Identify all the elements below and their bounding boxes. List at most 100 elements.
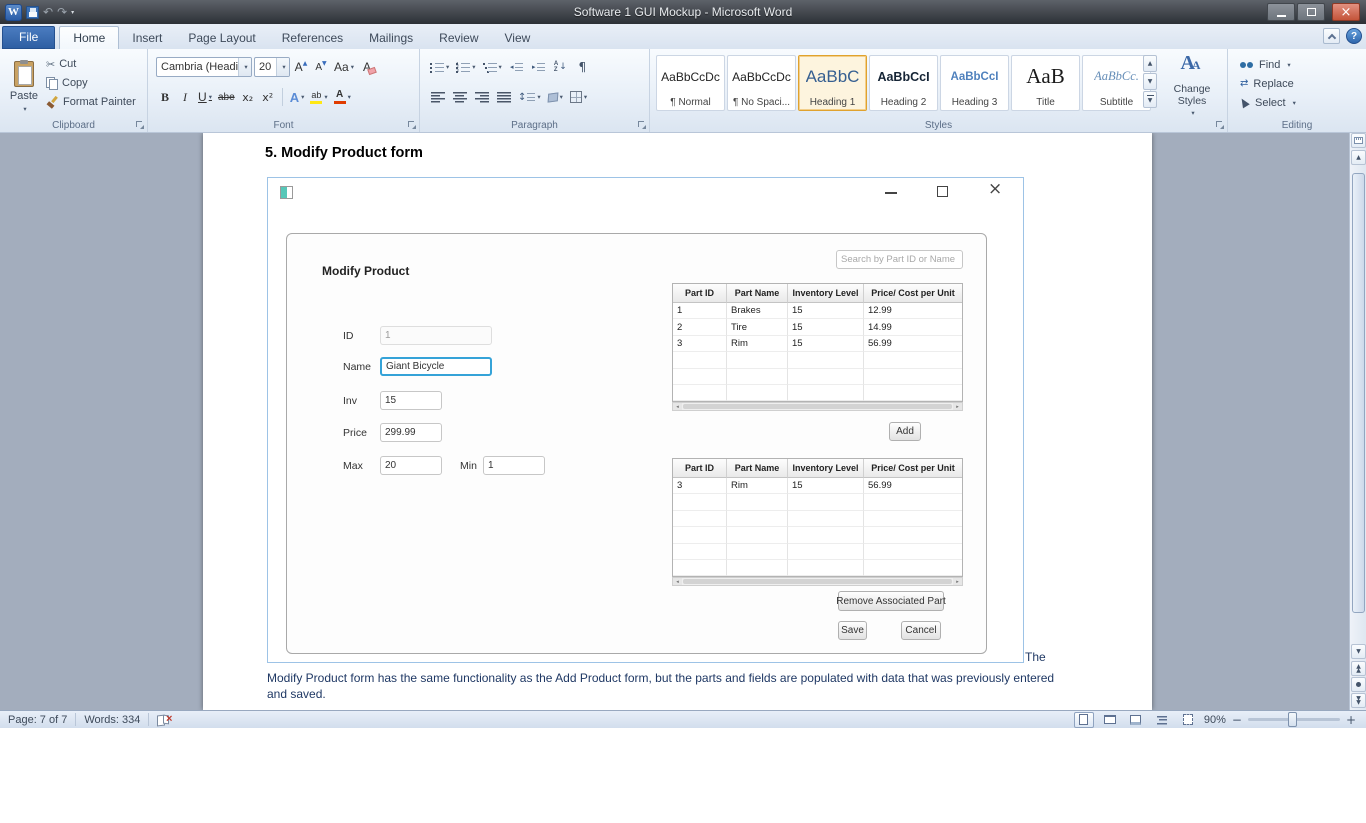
cut-button[interactable]: ✂ Cut (46, 55, 136, 73)
copy-button[interactable]: Copy (46, 74, 136, 92)
table-cell[interactable]: Tire (727, 319, 788, 335)
paragraph-dialog-launcher[interactable] (638, 121, 646, 129)
font-color-button[interactable]: A ▾ (332, 87, 353, 107)
view-ruler-button[interactable] (1351, 133, 1366, 148)
font-size-dropdown-icon[interactable]: ▾ (276, 58, 289, 76)
add-button[interactable]: Add (889, 422, 921, 441)
clipboard-dialog-launcher[interactable] (136, 121, 144, 129)
subscript-button[interactable]: x₂ (239, 87, 257, 107)
table-cell[interactable]: 15 (788, 319, 864, 335)
numbering-button[interactable]: 1 2 3▾ (454, 57, 477, 77)
cancel-button[interactable]: Cancel (901, 621, 941, 640)
table-cell[interactable]: 1 (673, 303, 727, 319)
minimize-ribbon-button[interactable] (1323, 28, 1340, 44)
font-name-dropdown-icon[interactable]: ▾ (238, 58, 251, 76)
print-layout-view-button[interactable] (1074, 712, 1094, 728)
zoom-in-button[interactable]: + (1346, 713, 1356, 727)
table-cell[interactable]: Rim (727, 478, 788, 494)
style-title[interactable]: AaB Title (1011, 55, 1080, 111)
scroll-left-icon[interactable]: ◂ (673, 578, 682, 585)
grow-font-button[interactable]: A▲ (292, 57, 310, 77)
outline-view-button[interactable] (1152, 712, 1172, 728)
close-button[interactable]: × (1332, 3, 1360, 21)
style-subtitle[interactable]: AaBbCc. Subtitle (1082, 55, 1151, 111)
save-icon[interactable] (26, 6, 39, 19)
table-cell[interactable]: 15 (788, 336, 864, 352)
styles-dialog-launcher[interactable] (1216, 121, 1224, 129)
find-button[interactable]: Find ▾ (1240, 56, 1296, 73)
table-cell[interactable]: 14.99 (864, 319, 962, 335)
shading-button[interactable]: ▾ (546, 87, 565, 107)
minimize-button[interactable] (1267, 3, 1295, 21)
table-cell[interactable]: 3 (673, 478, 727, 494)
font-name-combo[interactable]: Cambria (Headi ▾ (156, 57, 252, 77)
table-cell[interactable]: 12.99 (864, 303, 962, 319)
style-heading3[interactable]: AaBbCcI Heading 3 (940, 55, 1009, 111)
borders-button[interactable]: ▾ (568, 87, 589, 107)
col-inventory[interactable]: Inventory Level (788, 284, 864, 303)
web-layout-view-button[interactable] (1126, 712, 1146, 728)
parts-table-hscrollbar[interactable]: ◂ ▸ (672, 402, 963, 411)
help-button[interactable]: ? (1346, 28, 1362, 44)
sort-button[interactable]: AZ↓ (551, 57, 570, 77)
next-page-button[interactable]: ▼▼ (1351, 693, 1366, 708)
fullscreen-reading-view-button[interactable] (1100, 712, 1120, 728)
line-spacing-button[interactable]: ↕▾ (516, 87, 543, 107)
tab-insert[interactable]: Insert (119, 27, 175, 49)
table-cell[interactable]: 56.99 (864, 478, 962, 494)
scroll-right-icon[interactable]: ▸ (953, 403, 962, 410)
zoom-slider-thumb[interactable] (1288, 712, 1297, 727)
style-heading2[interactable]: AaBbCcI Heading 2 (869, 55, 938, 111)
styles-scroll-down-button[interactable]: ▼ (1143, 73, 1157, 90)
align-left-button[interactable] (428, 87, 447, 107)
name-field[interactable] (380, 357, 492, 376)
tab-home[interactable]: Home (59, 26, 119, 49)
table-cell[interactable]: Rim (727, 336, 788, 352)
format-painter-button[interactable]: Format Painter (46, 93, 136, 111)
table-cell[interactable]: 2 (673, 319, 727, 335)
bold-button[interactable]: B (156, 87, 174, 107)
table-cell[interactable]: Brakes (727, 303, 788, 319)
remove-associated-part-button[interactable]: Remove Associated Part (838, 591, 944, 611)
document-page[interactable]: 5. Modify Product form × Modify Product … (203, 133, 1152, 710)
draft-view-button[interactable] (1178, 712, 1198, 728)
replace-button[interactable]: ⇄ Replace (1240, 75, 1296, 92)
text-effects-button[interactable]: A▾ (288, 87, 307, 107)
styles-scroll-up-button[interactable]: ▲ (1143, 55, 1157, 72)
decrease-indent-button[interactable]: ◂ (507, 57, 526, 77)
max-field[interactable] (380, 456, 442, 475)
tab-file[interactable]: File (2, 26, 55, 49)
select-button[interactable]: Select ▾ (1240, 94, 1296, 111)
maximize-button[interactable] (1297, 3, 1325, 21)
undo-icon[interactable]: ↶ (43, 6, 53, 18)
change-case-button[interactable]: Aa▾ (332, 57, 356, 77)
col-part-name[interactable]: Part Name (727, 459, 788, 478)
underline-button[interactable]: U▾ (196, 87, 214, 107)
multilevel-list-button[interactable]: ▾ (481, 57, 504, 77)
tab-review[interactable]: Review (426, 27, 491, 49)
italic-button[interactable]: I (176, 87, 194, 107)
superscript-button[interactable]: x² (259, 87, 277, 107)
scroll-down-button[interactable]: ▼ (1351, 644, 1366, 659)
scroll-thumb[interactable] (1352, 173, 1365, 613)
associated-table-hscrollbar[interactable]: ◂ ▸ (672, 577, 963, 586)
col-part-id[interactable]: Part ID (673, 284, 727, 303)
col-price[interactable]: Price/ Cost per Unit (864, 459, 962, 478)
scroll-left-icon[interactable]: ◂ (673, 403, 682, 410)
col-part-name[interactable]: Part Name (727, 284, 788, 303)
justify-button[interactable] (494, 87, 513, 107)
redo-icon[interactable]: ↷ (57, 6, 67, 18)
scroll-up-button[interactable]: ▲ (1351, 150, 1366, 165)
tab-page-layout[interactable]: Page Layout (175, 27, 268, 49)
page-indicator[interactable]: Page: 7 of 7 (8, 714, 67, 726)
col-inventory[interactable]: Inventory Level (788, 459, 864, 478)
highlight-button[interactable]: ab ▾ (308, 87, 329, 107)
associated-parts-table[interactable]: Part ID Part Name Inventory Level Price/… (672, 458, 963, 577)
strikethrough-button[interactable]: abe (216, 87, 237, 107)
align-right-button[interactable] (472, 87, 491, 107)
zoom-slider[interactable] (1248, 718, 1340, 721)
increase-indent-button[interactable]: ▸ (529, 57, 548, 77)
scroll-thumb[interactable] (683, 579, 952, 584)
scroll-thumb[interactable] (683, 404, 952, 409)
price-field[interactable] (380, 423, 442, 442)
